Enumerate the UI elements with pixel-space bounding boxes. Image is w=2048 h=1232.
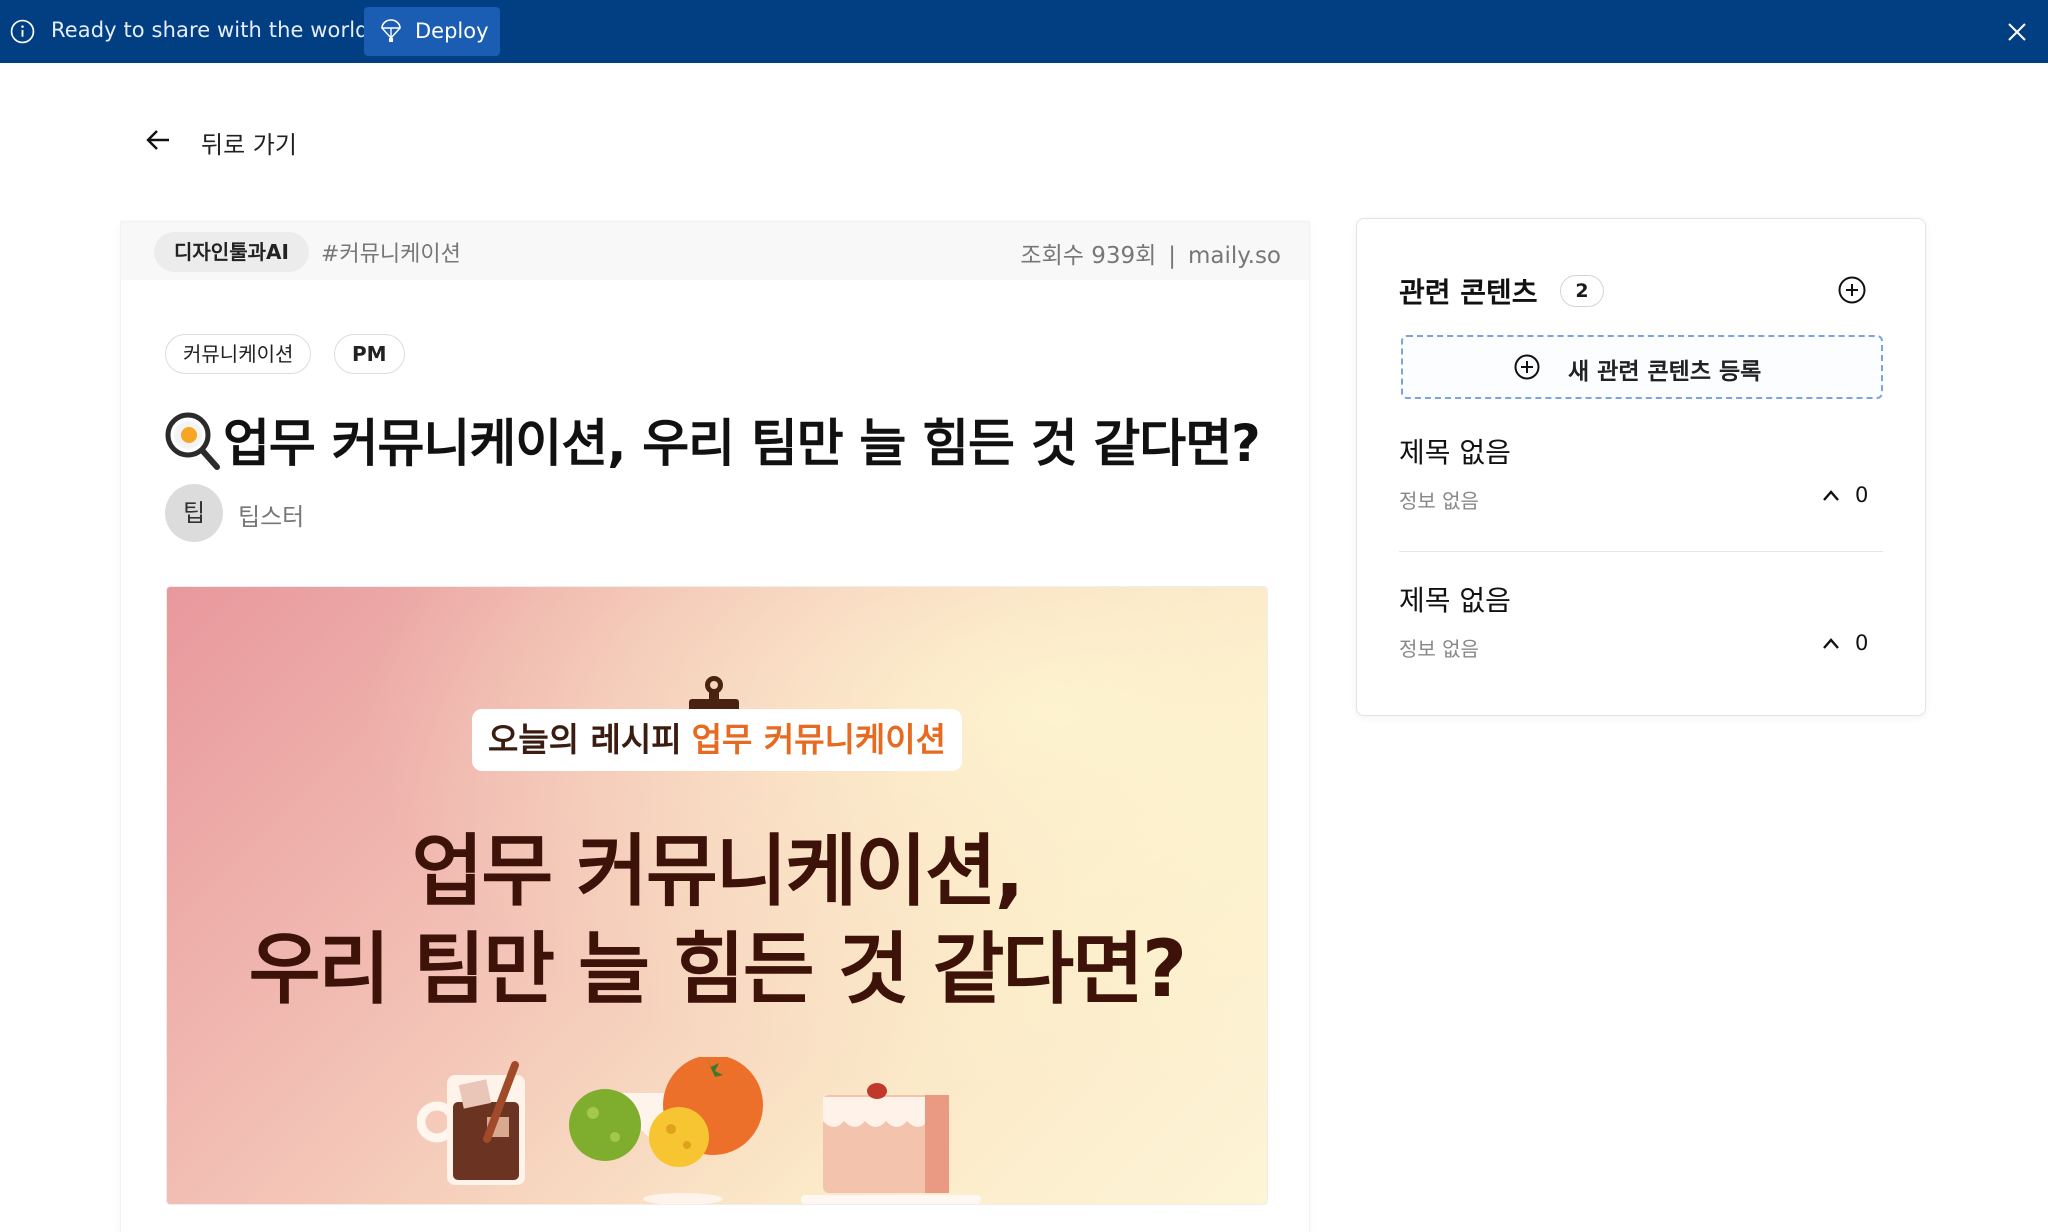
stats-separator: | <box>1168 243 1177 269</box>
recipe-label: 오늘의 레시피 업무 커뮤니케이션 <box>472 709 962 771</box>
tag-pm[interactable]: PM <box>334 334 405 374</box>
article-card: 디자인툴과AI #커뮤니케이션 조회수 939회 | maily.so 커뮤니케이션… <box>121 222 1309 1232</box>
hero-image: 오늘의 레시피 업무 커뮤니케이션 업무 커뮤니케이션, 우리 팀만 늘 힘든 것… <box>166 586 1268 1205</box>
tag-communication[interactable]: 커뮤니케이션 <box>165 334 312 374</box>
category-chip[interactable]: 디자인툴과AI <box>154 232 309 272</box>
upvote-count: 0 <box>1855 631 1869 655</box>
related-item[interactable]: 제목 없음 정보 없음 0 <box>1399 431 1883 552</box>
recipe-lead: 오늘의 레시피 <box>487 720 682 759</box>
new-related-content-label: 새 관련 콘텐츠 등록 <box>1568 359 1762 385</box>
back-label: 뒤로 가기 <box>201 131 297 159</box>
new-related-content-button[interactable]: 새 관련 콘텐츠 등록 <box>1401 335 1883 399</box>
related-title: 관련 콘텐츠 <box>1399 276 1538 309</box>
article-title: 업무 커뮤니케이션, 우리 팀만 늘 힘든 것 같다면? <box>165 402 1285 474</box>
info-icon <box>10 19 35 44</box>
view-count: 조회수 939회 <box>1020 243 1157 269</box>
related-item-info: 정보 없음 <box>1399 489 1479 513</box>
article-title-text: 업무 커뮤니케이션, 우리 팀만 늘 힘든 것 같다면? <box>223 415 1261 474</box>
avatar: 팁 <box>165 484 223 542</box>
related-item-title: 제목 없음 <box>1399 584 1511 617</box>
food-illustration <box>417 1057 981 1204</box>
related-item[interactable]: 제목 없음 정보 없음 0 <box>1399 579 1883 699</box>
deploy-banner: Ready to share with the world? Deploy <box>0 0 2048 63</box>
hero-line-2: 우리 팀만 늘 힘든 것 같다면? <box>248 925 1187 1015</box>
magnifier-egg-icon <box>165 412 220 470</box>
recipe-highlight: 업무 커뮤니케이션 <box>691 720 947 759</box>
parachute-icon <box>381 19 401 42</box>
author-name: 팁스터 <box>238 503 305 531</box>
article-meta-bar: 디자인툴과AI #커뮤니케이션 조회수 939회 | maily.so <box>121 222 1309 280</box>
hero-line-1: 업무 커뮤니케이션, <box>411 827 1025 917</box>
arrow-left-icon <box>146 130 169 150</box>
chevron-up-icon <box>1823 490 1839 501</box>
banner-text: Ready to share with the world? <box>51 18 380 42</box>
source-link[interactable]: maily.so <box>1188 243 1281 269</box>
hashtag[interactable]: #커뮤니케이션 <box>321 236 461 268</box>
deploy-label: Deploy <box>415 19 489 43</box>
add-circle-icon[interactable] <box>1837 275 1867 305</box>
upvote-count: 0 <box>1855 483 1869 507</box>
related-item-info: 정보 없음 <box>1399 637 1479 661</box>
related-item-title: 제목 없음 <box>1399 436 1511 469</box>
article-stats: 조회수 939회 | maily.so <box>1020 236 1281 270</box>
close-icon[interactable] <box>2006 21 2028 43</box>
related-content-panel: 관련 콘텐츠 2 새 관련 콘텐츠 등록 제목 없음 정보 없음 0 제목 없음… <box>1356 218 1926 716</box>
deploy-button[interactable]: Deploy <box>364 7 500 56</box>
plus-circle-icon <box>1514 354 1540 380</box>
chevron-up-icon <box>1823 638 1839 649</box>
related-count-badge: 2 <box>1560 275 1604 307</box>
